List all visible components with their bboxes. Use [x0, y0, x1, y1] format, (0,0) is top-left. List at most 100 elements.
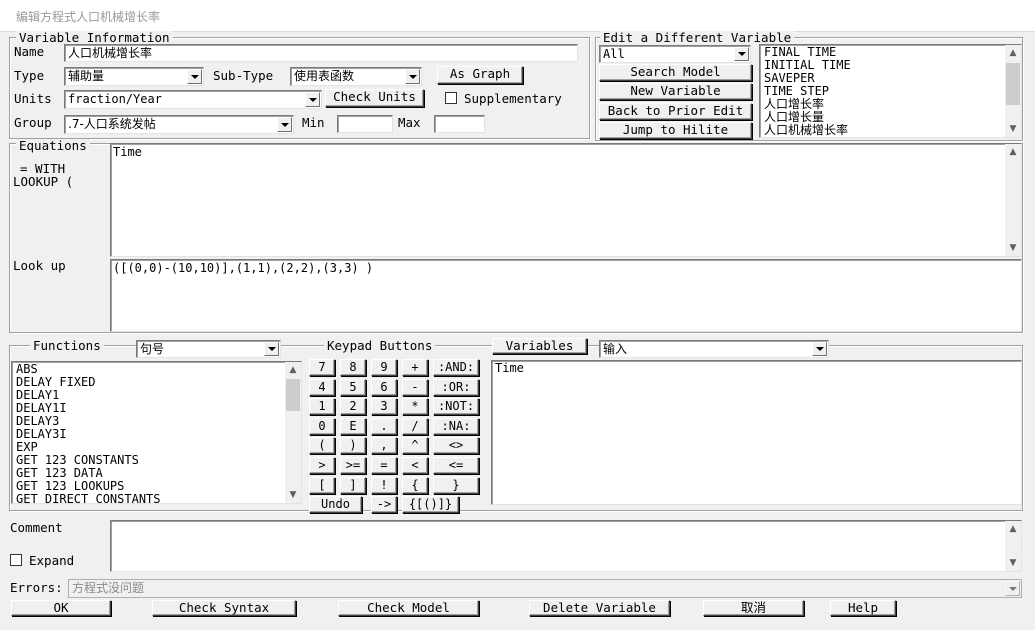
arrow-button[interactable]: -> [371, 496, 397, 513]
max-input[interactable] [434, 115, 485, 133]
keypad-key[interactable]: :OR: [433, 379, 479, 396]
jump-to-hilite-button[interactable]: Jump to Hilite [599, 122, 752, 139]
list-item[interactable]: GET DIRECT CONSTANTS [14, 493, 283, 504]
keypad-key[interactable]: + [402, 359, 428, 376]
keypad-key[interactable]: <= [433, 457, 479, 474]
keypad-key[interactable]: 1 [309, 398, 335, 415]
keypad-key[interactable]: :NA: [433, 418, 479, 435]
delete-variable-button[interactable]: Delete Variable [529, 600, 670, 616]
list-item[interactable]: DELAY3I [14, 428, 283, 441]
keypad-key[interactable]: 9 [371, 359, 397, 376]
chevron-down-icon[interactable] [405, 69, 420, 84]
help-button[interactable]: Help [830, 600, 896, 616]
keypad-key[interactable]: - [402, 379, 428, 396]
keypad-key[interactable]: * [402, 398, 428, 415]
type-select[interactable]: 辅助量 [64, 67, 204, 86]
keypad-key[interactable]: ! [371, 477, 397, 494]
check-units-button[interactable]: Check Units [325, 89, 424, 107]
variable-filter-select[interactable]: All [599, 45, 751, 63]
min-label: Min [302, 115, 325, 130]
chevron-down-icon[interactable] [305, 92, 320, 107]
chevron-down-icon[interactable] [277, 117, 292, 132]
brackets-button[interactable]: {[()]} [402, 496, 459, 513]
keypad-key[interactable]: [ [309, 477, 335, 494]
scroll-up-icon[interactable]: ▲ [1005, 144, 1021, 160]
check-model-button[interactable]: Check Model [338, 600, 479, 616]
keypad-key[interactable]: 5 [340, 379, 366, 396]
group-label: Group [14, 115, 52, 130]
keypad-key[interactable]: 6 [371, 379, 397, 396]
keypad-key[interactable]: = [371, 457, 397, 474]
keypad-key[interactable]: <> [433, 437, 479, 454]
check-syntax-button[interactable]: Check Syntax [152, 600, 296, 616]
ok-button[interactable]: OK [11, 600, 111, 616]
keypad-key[interactable]: :AND: [433, 359, 479, 376]
functions-filter-select[interactable]: 句号 [136, 340, 281, 358]
expand-checkbox[interactable] [10, 554, 22, 566]
subtype-select-value: 使用表函数 [294, 69, 355, 83]
list-item[interactable]: Time [492, 361, 1021, 376]
equation-scrollbar[interactable]: ▲ ▼ [1005, 144, 1021, 256]
comment-scrollbar[interactable]: ▲ ▼ [1005, 521, 1021, 571]
list-item[interactable]: 人口机械增长率 [762, 124, 1003, 137]
keypad-key[interactable]: ( [309, 437, 335, 454]
keypad-key[interactable]: { [402, 477, 428, 494]
functions-scrollbar[interactable]: ▲ ▼ [285, 362, 301, 503]
variable-information-legend: Variable Information [16, 31, 173, 44]
scroll-thumb[interactable] [1006, 63, 1020, 105]
variables-scrollbar[interactable]: ▲ ▼ [1005, 45, 1021, 137]
scroll-thumb[interactable] [286, 379, 300, 411]
scroll-down-icon[interactable]: ▼ [1005, 555, 1021, 571]
variables-filter-select[interactable]: 输入 [599, 340, 829, 358]
keypad-key[interactable]: . [371, 418, 397, 435]
keypad-key[interactable]: 0 [309, 418, 335, 435]
subtype-select[interactable]: 使用表函数 [290, 67, 422, 86]
keypad-key[interactable]: , [371, 437, 397, 454]
keypad-key[interactable]: ^ [402, 437, 428, 454]
keypad-key[interactable]: :NOT: [433, 398, 479, 415]
lookup-input[interactable]: ([(0,0)-(10,10)],(1,1),(2,2),(3,3) ) [110, 259, 1022, 332]
chevron-down-icon[interactable] [812, 342, 827, 356]
back-to-prior-edit-button[interactable]: Back to Prior Edit [599, 103, 752, 120]
group-select[interactable]: .7-人口系统发帖 [64, 115, 294, 134]
units-label: Units [14, 91, 52, 106]
keypad-key[interactable]: ) [340, 437, 366, 454]
comment-textarea[interactable]: ▲ ▼ [110, 520, 1022, 572]
chevron-down-icon[interactable] [264, 342, 279, 356]
keypad-key[interactable]: 2 [340, 398, 366, 415]
scroll-down-icon[interactable]: ▼ [1005, 240, 1021, 256]
keypad-key[interactable]: > [309, 457, 335, 474]
model-variables-list[interactable]: FINAL TIME INITIAL TIME SAVEPER TIME STE… [759, 44, 1022, 138]
cancel-button[interactable]: 取消 [703, 600, 804, 616]
scroll-down-icon[interactable]: ▼ [1005, 121, 1021, 137]
scroll-up-icon[interactable]: ▲ [285, 362, 301, 378]
keypad-key[interactable]: 7 [309, 359, 335, 376]
scroll-up-icon[interactable]: ▲ [1005, 521, 1021, 537]
new-variable-button[interactable]: New Variable [599, 83, 752, 100]
equation-textarea[interactable]: Time ▲ ▼ [110, 143, 1022, 257]
variables-list[interactable]: Time [491, 360, 1022, 505]
undo-button[interactable]: Undo [309, 496, 362, 513]
keypad-key[interactable]: < [402, 457, 428, 474]
supplementary-checkbox[interactable] [445, 92, 457, 104]
functions-list[interactable]: ABS DELAY FIXED DELAY1 DELAY1I DELAY3 DE… [11, 361, 302, 504]
chevron-down-icon[interactable] [734, 47, 749, 61]
min-input[interactable] [337, 115, 393, 133]
keypad-key[interactable]: E [340, 418, 366, 435]
search-model-button[interactable]: Search Model [599, 64, 752, 81]
as-graph-button[interactable]: As Graph [437, 66, 523, 84]
chevron-down-icon[interactable] [187, 69, 202, 84]
units-select[interactable]: fraction/Year [64, 90, 322, 109]
name-input[interactable]: 人口机械增长率 [64, 44, 578, 62]
keypad-key[interactable]: ] [340, 477, 366, 494]
scroll-down-icon[interactable]: ▼ [285, 487, 301, 503]
keypad-key[interactable]: 8 [340, 359, 366, 376]
scroll-up-icon[interactable]: ▲ [1005, 45, 1021, 61]
chevron-down-icon[interactable] [1005, 581, 1020, 596]
keypad-key[interactable]: >= [340, 457, 366, 474]
keypad-key[interactable]: 3 [371, 398, 397, 415]
keypad-key[interactable]: 4 [309, 379, 335, 396]
variables-button[interactable]: Variables [492, 338, 587, 354]
keypad-key[interactable]: } [433, 477, 479, 494]
keypad-key[interactable]: / [402, 418, 428, 435]
